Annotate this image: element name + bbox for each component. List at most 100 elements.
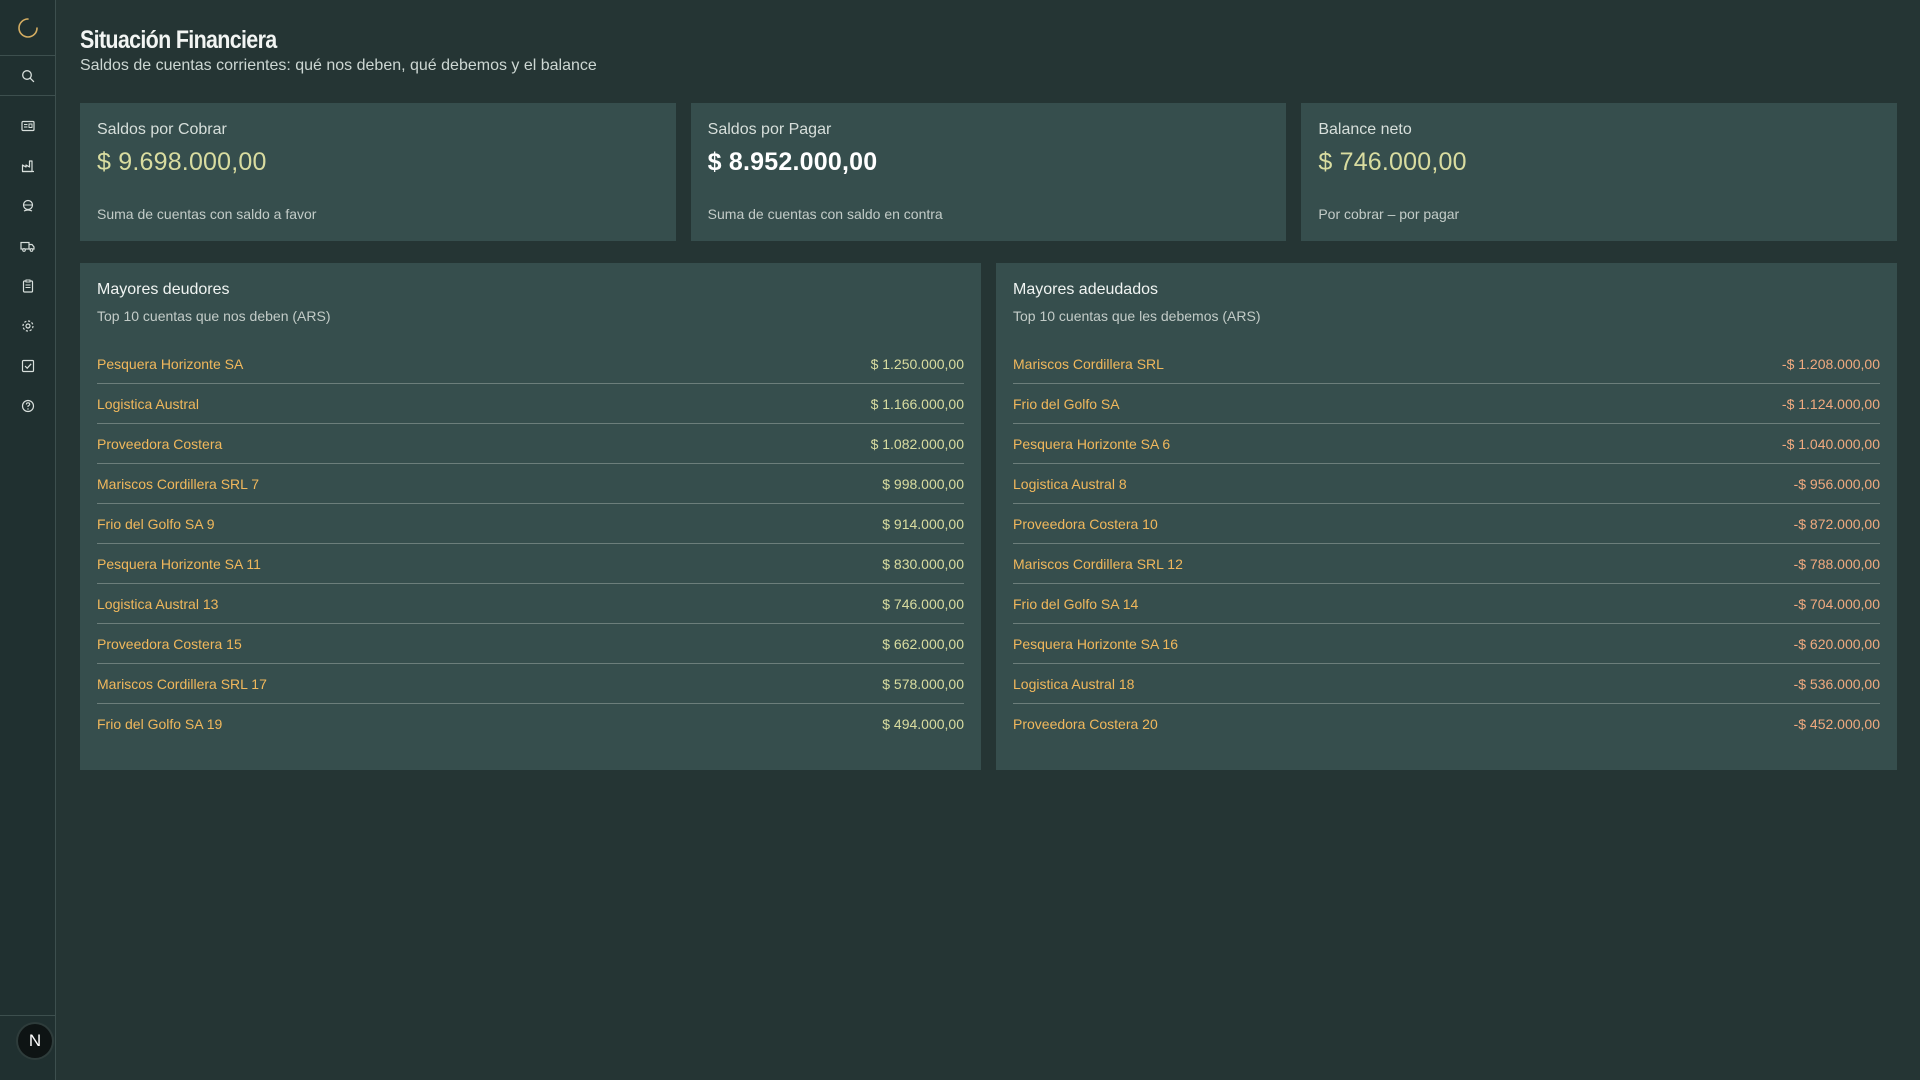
account-link[interactable]: Logistica Austral 18: [1013, 676, 1134, 692]
list-item: Frio del Golfo SA 9 $ 914.000,00: [97, 504, 964, 544]
account-amount: $ 662.000,00: [882, 635, 964, 652]
kpi-description: Suma de cuentas con saldo en contra: [707, 206, 943, 222]
account-link[interactable]: Frio del Golfo SA 19: [97, 716, 222, 732]
kpi-card-balance: Balance neto $ 746.000,00 Por cobrar – p…: [1301, 103, 1898, 241]
account-link[interactable]: Proveedora Costera 20: [1013, 716, 1158, 732]
account-amount: $ 998.000,00: [882, 475, 964, 492]
account-link[interactable]: Frio del Golfo SA 9: [97, 516, 215, 532]
account-link[interactable]: Mariscos Cordillera SRL: [1013, 356, 1164, 372]
account-link[interactable]: Pesquera Horizonte SA 11: [97, 556, 261, 572]
list-title: Mayores adeudados: [1013, 281, 1158, 298]
account-link[interactable]: Mariscos Cordillera SRL 12: [1013, 556, 1183, 572]
account-amount: $ 1.082.000,00: [870, 435, 964, 452]
account-amount: -$ 1.040.000,00: [1781, 435, 1880, 452]
sidebar-item-help[interactable]: [0, 386, 55, 426]
kpi-label: Saldos por Cobrar: [97, 121, 227, 138]
list-subtitle: Top 10 cuentas que nos deben (ARS): [97, 308, 331, 324]
account-link[interactable]: Pesquera Horizonte SA 6: [1013, 436, 1170, 452]
sidebar-item-logistics[interactable]: [0, 226, 55, 266]
list-item: Frio del Golfo SA -$ 1.124.000,00: [1013, 384, 1880, 424]
account-link[interactable]: Logistica Austral 8: [1013, 476, 1127, 492]
account-amount: $ 914.000,00: [882, 515, 964, 532]
list-item: Pesquera Horizonte SA 6 -$ 1.040.000,00: [1013, 424, 1880, 464]
avatar[interactable]: N: [18, 1024, 52, 1058]
account-amount: -$ 872.000,00: [1793, 515, 1880, 532]
account-amount: $ 494.000,00: [882, 716, 964, 732]
clipboard-icon: [22, 279, 33, 293]
account-amount: $ 578.000,00: [882, 675, 964, 692]
list-item: Pesquera Horizonte SA 16 -$ 620.000,00: [1013, 624, 1880, 664]
sidebar-footer: N: [0, 1015, 55, 1080]
list-item: Frio del Golfo SA 14 -$ 704.000,00: [1013, 584, 1880, 624]
account-link[interactable]: Pesquera Horizonte SA: [97, 356, 243, 372]
kpi-description: Por cobrar – por pagar: [1318, 206, 1460, 222]
list-item: Logistica Austral 13 $ 746.000,00: [97, 584, 964, 624]
help-icon: [21, 399, 34, 413]
sidebar-item-settings[interactable]: [0, 306, 55, 346]
kpi-value: $ 746.000,00: [1318, 148, 1467, 176]
account-amount: -$ 956.000,00: [1793, 475, 1880, 492]
kpi-value: $ 8.952.000,00: [707, 148, 878, 176]
account-amount: -$ 1.208.000,00: [1781, 355, 1880, 372]
account-link[interactable]: Mariscos Cordillera SRL 17: [97, 676, 267, 692]
sidebar-item-tasks[interactable]: [0, 346, 55, 386]
account-amount: -$ 536.000,00: [1793, 675, 1880, 692]
account-link[interactable]: Proveedora Costera 10: [1013, 516, 1158, 532]
kpi-label: Saldos por Pagar: [707, 121, 832, 138]
sidebar-item-reports[interactable]: [0, 266, 55, 306]
list-item: Proveedora Costera $ 1.082.000,00: [97, 424, 964, 464]
list-subtitle: Top 10 cuentas que les debemos (ARS): [1013, 308, 1261, 324]
account-amount: $ 1.250.000,00: [870, 355, 964, 372]
lists-row: Mayores deudores Top 10 cuentas que nos …: [80, 263, 1897, 770]
list-item: Proveedora Costera 15 $ 662.000,00: [97, 624, 964, 664]
account-link[interactable]: Logistica Austral: [97, 396, 199, 412]
deudores-card: Mayores deudores Top 10 cuentas que nos …: [80, 263, 981, 770]
kpi-label: Balance neto: [1318, 121, 1412, 138]
adeudados-card: Mayores adeudados Top 10 cuentas que les…: [996, 263, 1897, 770]
list-item: Logistica Austral $ 1.166.000,00: [97, 384, 964, 424]
kpi-card-cobrar: Saldos por Cobrar $ 9.698.000,00 Suma de…: [80, 103, 676, 241]
account-link[interactable]: Pesquera Horizonte SA 16: [1013, 636, 1178, 652]
sidebar-search-button[interactable]: [0, 56, 55, 96]
list-title: Mayores deudores: [97, 281, 230, 298]
deudores-list: Pesquera Horizonte SA $ 1.250.000,00 Log…: [97, 344, 964, 744]
account-amount: -$ 788.000,00: [1793, 555, 1880, 572]
sidebar-item-contacts[interactable]: [0, 106, 55, 146]
kpi-card-pagar: Saldos por Pagar $ 8.952.000,00 Suma de …: [690, 103, 1287, 241]
account-amount: -$ 452.000,00: [1793, 716, 1880, 732]
list-item: Logistica Austral 18 -$ 536.000,00: [1013, 664, 1880, 704]
list-item: Mariscos Cordillera SRL -$ 1.208.000,00: [1013, 344, 1880, 384]
account-link[interactable]: Proveedora Costera: [97, 436, 222, 452]
list-item: Frio del Golfo SA 19 $ 494.000,00: [97, 704, 964, 744]
account-link[interactable]: Logistica Austral 13: [97, 596, 218, 612]
sidebar-logo[interactable]: [0, 0, 55, 56]
account-amount: -$ 704.000,00: [1793, 595, 1880, 612]
page-title: Situación Financiera: [80, 26, 277, 54]
account-link[interactable]: Frio del Golfo SA: [1013, 396, 1120, 412]
checkbox-icon: [21, 359, 34, 373]
sidebar: N: [0, 0, 56, 1080]
list-item: Mariscos Cordillera SRL 12 -$ 788.000,00: [1013, 544, 1880, 584]
account-link[interactable]: Frio del Golfo SA 14: [1013, 596, 1138, 612]
account-amount: -$ 1.124.000,00: [1781, 395, 1880, 412]
truck-icon: [20, 241, 35, 252]
list-item: Logistica Austral 8 -$ 956.000,00: [1013, 464, 1880, 504]
kpi-value: $ 9.698.000,00: [97, 148, 267, 176]
account-link[interactable]: Mariscos Cordillera SRL 7: [97, 476, 259, 492]
list-item: Mariscos Cordillera SRL 17 $ 578.000,00: [97, 664, 964, 704]
account-amount: $ 1.166.000,00: [870, 395, 964, 412]
globe-hand-icon: [22, 199, 33, 212]
list-item: Proveedora Costera 20 -$ 452.000,00: [1013, 704, 1880, 744]
gear-icon: [21, 320, 34, 332]
search-icon: [21, 69, 34, 82]
account-link[interactable]: Proveedora Costera 15: [97, 636, 242, 652]
list-item: Pesquera Horizonte SA $ 1.250.000,00: [97, 344, 964, 384]
factory-icon: [21, 160, 34, 173]
account-amount: -$ 620.000,00: [1793, 635, 1880, 652]
sidebar-item-clients[interactable]: [0, 186, 55, 226]
loading-arc-icon: [17, 17, 38, 38]
account-amount: $ 746.000,00: [882, 595, 964, 612]
page-subtitle: Saldos de cuentas corrientes: qué nos de…: [80, 57, 597, 74]
list-item: Proveedora Costera 10 -$ 872.000,00: [1013, 504, 1880, 544]
sidebar-item-production[interactable]: [0, 146, 55, 186]
